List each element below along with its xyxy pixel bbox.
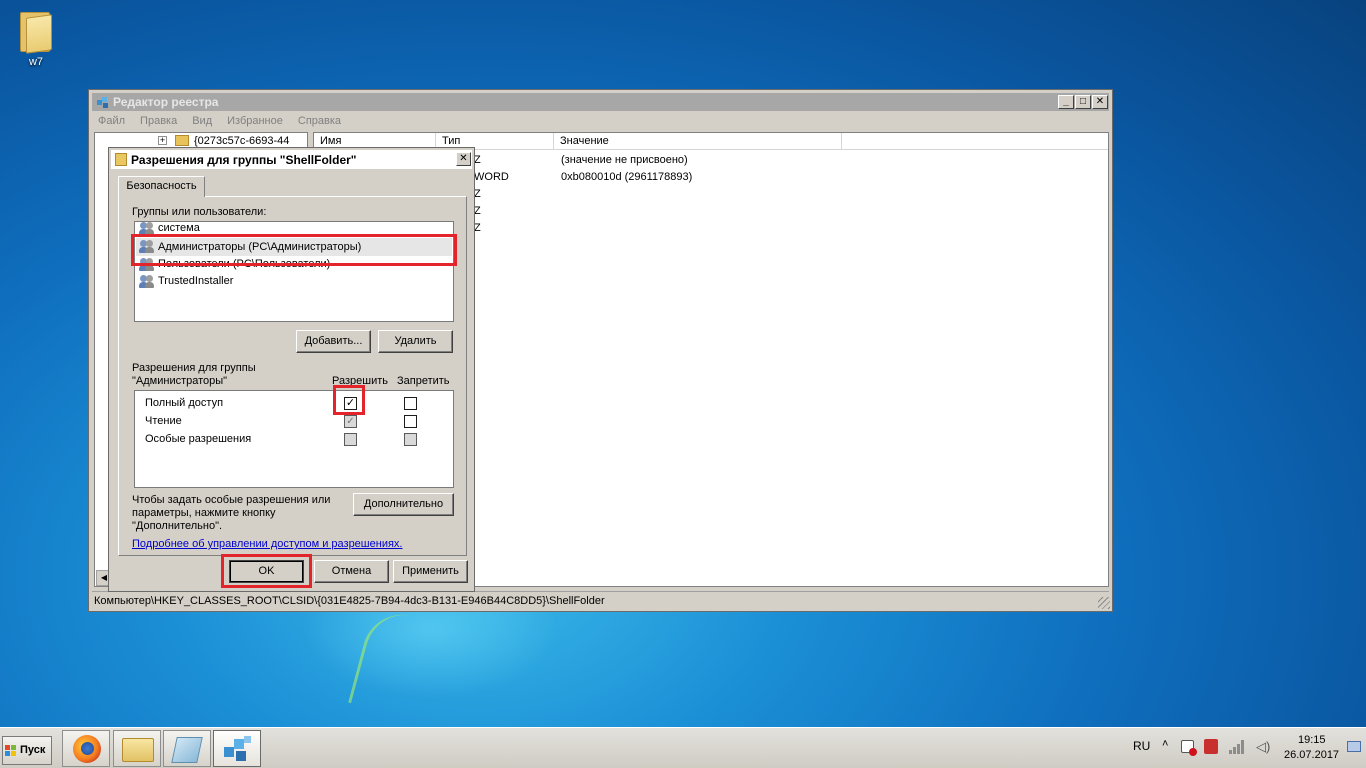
highlight-full-control-allow (333, 385, 365, 415)
resize-grip[interactable] (1098, 597, 1110, 609)
column-value[interactable]: Значение (554, 133, 842, 150)
deny-column-header: Запретить (397, 375, 450, 387)
action-center-icon[interactable] (1181, 740, 1197, 756)
row-type: Z (474, 188, 481, 200)
regedit-app-icon (96, 95, 110, 109)
security-alert-icon[interactable] (1204, 739, 1218, 754)
taskbar-firefox[interactable] (62, 730, 110, 767)
show-desktop-icon[interactable] (1347, 741, 1361, 752)
notepad-icon (171, 737, 203, 763)
volume-icon[interactable]: ◁) (1256, 739, 1270, 755)
user-group-icon (139, 275, 155, 289)
row-type: Z (474, 222, 481, 234)
read-deny-checkbox[interactable] (404, 415, 417, 428)
regedit-titlebar[interactable]: Редактор реестра _ □ ✕ (92, 93, 1109, 111)
folder-icon (175, 135, 189, 146)
apply-button[interactable]: Применить (393, 560, 468, 583)
maximize-button[interactable]: □ (1075, 95, 1091, 109)
highlight-ok-button (221, 554, 312, 588)
learn-more-link[interactable]: Подробнее об управлении доступом и разре… (132, 538, 402, 550)
regedit-icon (224, 736, 251, 761)
start-button[interactable]: Пуск (2, 736, 52, 765)
highlight-administrators (131, 234, 457, 266)
close-button[interactable]: ✕ (1092, 95, 1108, 109)
desktop-icon-label: w7 (28, 56, 44, 68)
taskbar-regedit[interactable] (213, 730, 261, 767)
list-item-label: TrustedInstaller (158, 275, 234, 287)
remove-button[interactable]: Удалить (378, 330, 453, 353)
groups-label: Группы или пользователи: (132, 206, 267, 218)
security-tab-pane: Группы или пользователи: система Админис… (118, 196, 467, 556)
clock-time[interactable]: 19:15 (1298, 734, 1326, 746)
tree-expand-icon[interactable]: + (158, 136, 167, 145)
menu-edit[interactable]: Правка (134, 115, 177, 127)
row-type: WORD (474, 171, 509, 183)
row-value: 0xb080010d (2961178893) (561, 171, 693, 183)
dialog-titlebar[interactable]: Разрешения для группы "ShellFolder" ✕ (111, 150, 472, 169)
menu-file[interactable]: Файл (92, 115, 125, 127)
menu-favorites[interactable]: Избранное (221, 115, 283, 127)
windows-logo-icon (5, 745, 16, 756)
add-button[interactable]: Добавить... (296, 330, 371, 353)
permission-full-control: Полный доступ (145, 397, 224, 409)
dialog-close-button[interactable]: ✕ (456, 152, 471, 166)
read-allow-checkbox[interactable]: ✓ (344, 415, 357, 428)
permissions-dialog: Разрешения для группы "ShellFolder" ✕ Бе… (108, 147, 475, 592)
clock-date[interactable]: 26.07.2017 (1284, 749, 1339, 761)
permissions-label-line2: "Администраторы" (132, 375, 228, 387)
permissions-list: Полный доступ ✓ Чтение ✓ Особые разрешен… (134, 390, 454, 488)
folder-icon (115, 153, 127, 166)
row-type: Z (474, 205, 481, 217)
regedit-title: Редактор реестра (113, 95, 219, 109)
network-signal-icon[interactable] (1229, 739, 1247, 754)
taskbar: Пуск RU ˄ ◁) 19:15 26.07.2017 (0, 727, 1366, 768)
menu-view[interactable]: Вид (186, 115, 212, 127)
special-allow-checkbox[interactable] (344, 433, 357, 446)
tab-security[interactable]: Безопасность (118, 176, 205, 197)
show-hidden-icons-button[interactable]: ˄ (1162, 738, 1168, 750)
row-type: Z (474, 154, 481, 166)
regedit-menubar: Файл Правка Вид Избранное Справка (92, 112, 1109, 130)
full-control-deny-checkbox[interactable] (404, 397, 417, 410)
advanced-button[interactable]: Дополнительно (353, 493, 454, 516)
taskbar-explorer[interactable] (113, 730, 161, 767)
taskbar-notepad[interactable] (163, 730, 211, 767)
start-label: Пуск (20, 744, 46, 756)
status-bar-path: Компьютер\HKEY_CLASSES_ROOT\CLSID\{031E4… (92, 591, 1109, 609)
cancel-button[interactable]: Отмена (314, 560, 389, 583)
list-item-label: система (158, 222, 200, 234)
firefox-icon (73, 735, 101, 763)
explorer-folder-icon (122, 738, 154, 762)
folder-icon (20, 8, 52, 54)
tree-item[interactable]: {0273c57c-6693-44 (194, 135, 289, 147)
advanced-hint-line2: параметры, нажмите кнопку (132, 507, 276, 519)
permission-special: Особые разрешения (145, 433, 252, 445)
permissions-label-line1: Разрешения для группы (132, 362, 256, 374)
dialog-title: Разрешения для группы "ShellFolder" (131, 153, 357, 167)
permission-read: Чтение (145, 415, 182, 427)
special-deny-checkbox[interactable] (404, 433, 417, 446)
advanced-hint-line1: Чтобы задать особые разрешения или (132, 494, 331, 506)
language-indicator[interactable]: RU (1133, 739, 1150, 753)
row-value: (значение не присвоено) (561, 154, 688, 166)
advanced-hint-line3: "Дополнительно". (132, 520, 223, 532)
menu-help[interactable]: Справка (292, 115, 341, 127)
desktop-icon-w7[interactable]: w7 (10, 6, 62, 76)
minimize-button[interactable]: _ (1058, 95, 1074, 109)
list-item[interactable]: TrustedInstaller (139, 274, 439, 290)
